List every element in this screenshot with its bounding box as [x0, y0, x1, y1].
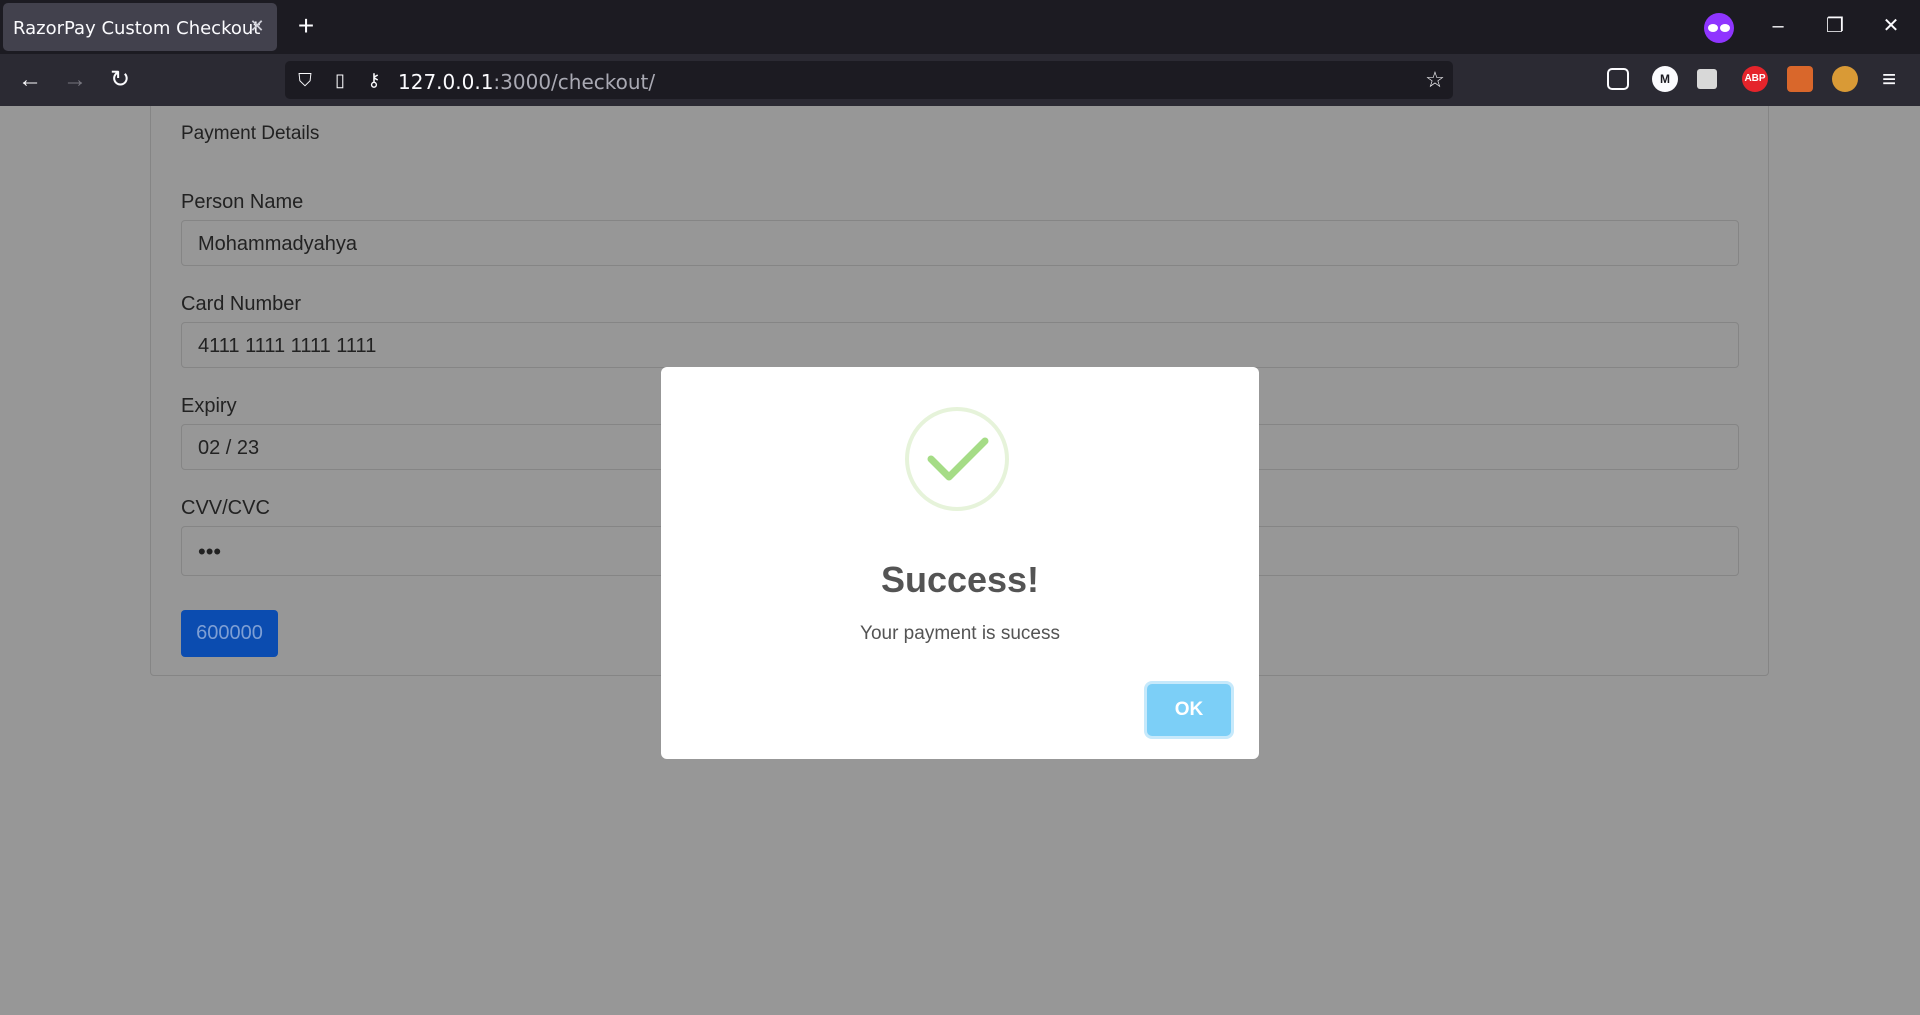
success-check-icon	[905, 407, 1009, 511]
modal-title: Success!	[880, 559, 1040, 600]
card-number-value: 4111 1111 1111 1111	[198, 335, 377, 357]
card-number-input[interactable]: 4111 1111 1111 1111	[181, 322, 1739, 368]
navigation-bar: ← → ↻ ⛉ ▯ ⚷ 127.0.0.1:3000/checkout/ ☆ M…	[0, 54, 1920, 106]
url-path: :3000/checkout/	[493, 70, 656, 94]
pocket-icon[interactable]	[1607, 68, 1629, 90]
address-bar[interactable]: ⛉ ▯ ⚷ 127.0.0.1:3000/checkout/ ☆	[285, 61, 1453, 99]
new-tab-icon[interactable]: +	[292, 12, 320, 40]
back-icon[interactable]: ←	[14, 64, 46, 96]
page-icon[interactable]: ▯	[328, 68, 352, 92]
bookmark-star-icon[interactable]: ☆	[1423, 68, 1447, 92]
reload-icon[interactable]: ↻	[104, 64, 136, 96]
restore-icon[interactable]: ❐	[1815, 8, 1855, 44]
person-name-value: Mohammadyahya	[198, 233, 357, 255]
tab-bar: RazorPay Custom Checkout ✕ + – ❐ ✕	[0, 0, 1920, 54]
browser-tab[interactable]: RazorPay Custom Checkout ✕	[3, 3, 277, 51]
card-header: Payment Details	[181, 123, 320, 144]
card-number-label: Card Number	[181, 293, 302, 315]
expiry-value: 02 / 23	[198, 437, 260, 459]
private-browsing-icon	[1704, 13, 1734, 43]
close-window-icon[interactable]: ✕	[1871, 8, 1911, 44]
expiry-label: Expiry	[181, 395, 237, 417]
menu-icon[interactable]: ≡	[1873, 64, 1905, 96]
person-name-label: Person Name	[181, 191, 304, 213]
cvv-value: •••	[198, 539, 222, 564]
cvv-label: CVV/CVC	[181, 497, 270, 519]
url-host: 127.0.0.1	[398, 70, 494, 94]
person-name-input[interactable]: Mohammadyahya	[181, 220, 1739, 266]
page-content: Payment Details Person Name Mohammadyahy…	[0, 106, 1920, 1015]
m-extension-icon[interactable]: M	[1652, 66, 1678, 92]
shield-icon[interactable]: ⛉	[293, 68, 317, 92]
adblock-plus-icon[interactable]: ABP	[1742, 66, 1768, 92]
fox-extension-icon[interactable]	[1787, 66, 1813, 92]
modal-text: Your payment is sucess	[860, 623, 1060, 644]
monkey-extension-icon[interactable]	[1832, 66, 1858, 92]
url-text[interactable]: 127.0.0.1:3000/checkout/	[398, 70, 655, 94]
pay-button[interactable]: 600000	[181, 610, 278, 657]
close-tab-icon[interactable]: ✕	[247, 15, 267, 37]
ok-button[interactable]: OK	[1147, 684, 1231, 736]
success-modal: Success! Your payment is sucess OK	[661, 367, 1259, 759]
calendar-extension-icon[interactable]	[1697, 69, 1717, 89]
key-icon[interactable]: ⚷	[362, 68, 386, 92]
forward-icon[interactable]: →	[59, 64, 91, 96]
minimize-icon[interactable]: –	[1758, 8, 1798, 44]
tab-title: RazorPay Custom Checkout	[13, 18, 261, 39]
